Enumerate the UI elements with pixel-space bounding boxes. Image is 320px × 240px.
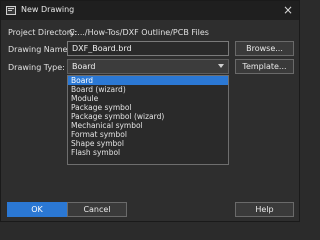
template-button[interactable]: Template...: [235, 59, 294, 74]
drawing-type-label: Drawing Type:: [8, 63, 65, 72]
ok-button[interactable]: OK: [7, 202, 67, 217]
list-item-package-symbol[interactable]: Package symbol: [68, 103, 228, 112]
browse-button[interactable]: Browse...: [235, 41, 294, 56]
list-item-module[interactable]: Module: [68, 94, 228, 103]
list-item-mechanical-symbol[interactable]: Mechanical symbol: [68, 121, 228, 130]
drawing-type-select[interactable]: Board: [67, 59, 229, 74]
title-bar: New Drawing ×: [1, 1, 299, 20]
drawing-name-label: Drawing Name:: [8, 45, 71, 54]
project-directory-value: C:.../How-Tos/DXF Outline/PCB Files: [69, 28, 209, 37]
new-drawing-dialog: New Drawing × Project Directory: C:.../H…: [0, 0, 300, 222]
list-item-shape-symbol[interactable]: Shape symbol: [68, 139, 228, 148]
list-item-format-symbol[interactable]: Format symbol: [68, 130, 228, 139]
drawing-type-selected: Board: [72, 62, 96, 71]
dialog-title: New Drawing: [21, 5, 75, 14]
chevron-down-icon: [218, 64, 224, 68]
app-icon: [6, 6, 16, 15]
help-button[interactable]: Help: [235, 202, 294, 217]
project-directory-label: Project Directory:: [8, 28, 77, 37]
close-icon[interactable]: ×: [283, 3, 293, 17]
cancel-button[interactable]: Cancel: [67, 202, 127, 217]
list-item-board[interactable]: Board: [68, 76, 228, 85]
drawing-type-list[interactable]: Board Board (wizard) Module Package symb…: [67, 75, 229, 165]
list-item-flash-symbol[interactable]: Flash symbol: [68, 148, 228, 157]
list-item-board-wizard[interactable]: Board (wizard): [68, 85, 228, 94]
list-item-package-symbol-wizard[interactable]: Package symbol (wizard): [68, 112, 228, 121]
drawing-name-input[interactable]: [67, 41, 229, 56]
